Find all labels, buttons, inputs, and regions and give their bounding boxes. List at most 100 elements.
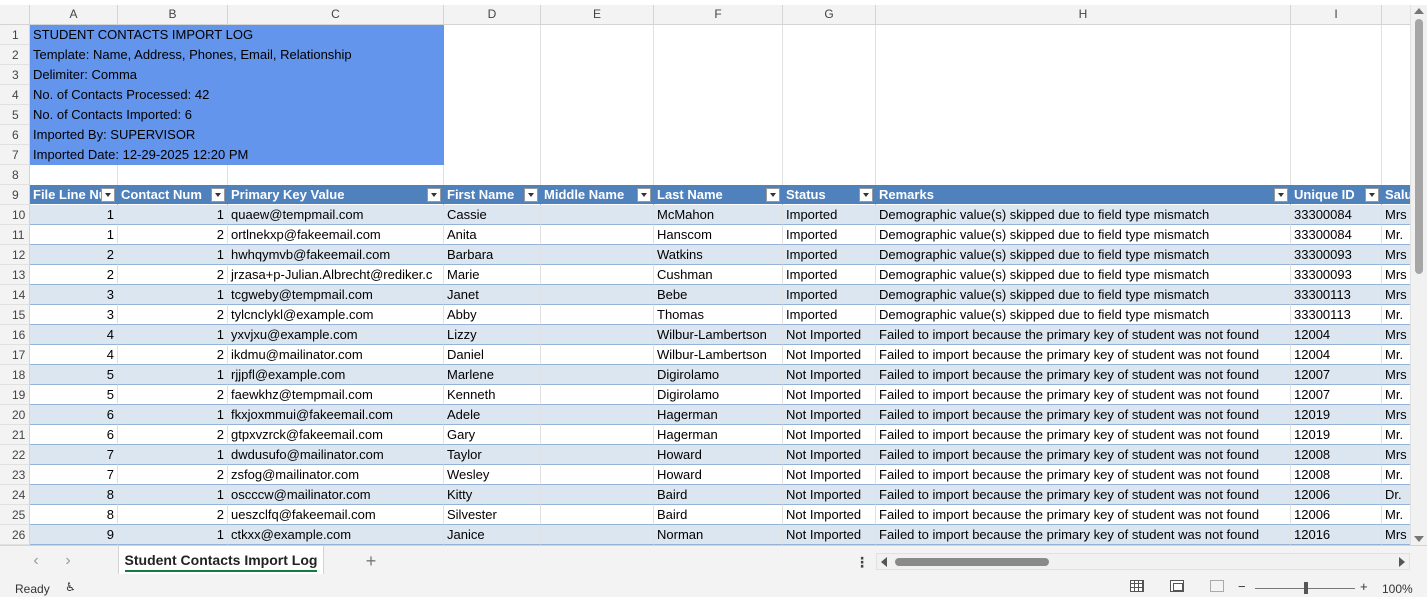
- cell[interactable]: [541, 85, 654, 105]
- table-header-cell[interactable]: Unique ID: [1291, 185, 1382, 205]
- table-cell[interactable]: Imported: [783, 305, 876, 325]
- table-cell[interactable]: Demographic value(s) skipped due to fiel…: [876, 245, 1291, 265]
- info-cell[interactable]: Imported By: SUPERVISOR: [30, 125, 444, 145]
- row-number[interactable]: 12: [0, 245, 30, 265]
- column-header[interactable]: H: [876, 5, 1291, 24]
- table-header-cell[interactable]: First Name: [444, 185, 541, 205]
- table-cell[interactable]: quaew@tempmail.com: [228, 205, 444, 225]
- cell[interactable]: [444, 45, 541, 65]
- table-cell[interactable]: [541, 345, 654, 365]
- table-cell[interactable]: 7: [30, 445, 118, 465]
- cell[interactable]: [541, 25, 654, 45]
- row-number[interactable]: 10: [0, 205, 30, 225]
- sheet-tab-student-contacts[interactable]: Student Contacts Import Log: [118, 546, 324, 574]
- table-cell[interactable]: Imported: [783, 205, 876, 225]
- cell[interactable]: [1382, 145, 1410, 165]
- filter-dropdown-icon[interactable]: [101, 188, 115, 202]
- table-cell[interactable]: [541, 485, 654, 505]
- table-header-cell[interactable]: Primary Key Value: [228, 185, 444, 205]
- table-cell[interactable]: Not Imported: [783, 325, 876, 345]
- table-cell[interactable]: Mr.: [1382, 465, 1410, 485]
- table-cell[interactable]: [541, 405, 654, 425]
- table-cell[interactable]: Mrs: [1382, 365, 1410, 385]
- table-cell[interactable]: Mrs: [1382, 265, 1410, 285]
- table-cell[interactable]: [541, 325, 654, 345]
- table-cell[interactable]: Demographic value(s) skipped due to fiel…: [876, 205, 1291, 225]
- table-cell[interactable]: tylcnclykl@example.com: [228, 305, 444, 325]
- table-cell[interactable]: 2: [30, 245, 118, 265]
- table-cell[interactable]: Mrs: [1382, 285, 1410, 305]
- table-cell[interactable]: 1: [118, 285, 228, 305]
- vertical-scrollbar[interactable]: [1410, 5, 1427, 545]
- table-cell[interactable]: Not Imported: [783, 405, 876, 425]
- table-cell[interactable]: 33300084: [1291, 225, 1382, 245]
- cell[interactable]: [444, 85, 541, 105]
- cell[interactable]: [1291, 45, 1382, 65]
- table-cell[interactable]: Failed to import because the primary key…: [876, 385, 1291, 405]
- table-cell[interactable]: 1: [118, 245, 228, 265]
- table-cell[interactable]: Norman: [654, 525, 783, 545]
- cell[interactable]: [1291, 125, 1382, 145]
- table-cell[interactable]: Hagerman: [654, 405, 783, 425]
- cell[interactable]: [876, 125, 1291, 145]
- table-cell[interactable]: Kenneth: [444, 385, 541, 405]
- table-cell[interactable]: 12016: [1291, 525, 1382, 545]
- table-cell[interactable]: [541, 245, 654, 265]
- select-all-corner[interactable]: [0, 5, 30, 24]
- table-cell[interactable]: Not Imported: [783, 345, 876, 365]
- table-cell[interactable]: 12008: [1291, 465, 1382, 485]
- column-header[interactable]: D: [444, 5, 541, 24]
- table-cell[interactable]: dwdusufo@mailinator.com: [228, 445, 444, 465]
- table-cell[interactable]: Watkins: [654, 245, 783, 265]
- table-cell[interactable]: Failed to import because the primary key…: [876, 465, 1291, 485]
- chevron-right-icon[interactable]: ›: [60, 553, 76, 569]
- table-cell[interactable]: ueszclfq@fakeemail.com: [228, 505, 444, 525]
- filter-dropdown-icon[interactable]: [1365, 188, 1379, 202]
- table-cell[interactable]: Demographic value(s) skipped due to fiel…: [876, 285, 1291, 305]
- table-cell[interactable]: rjjpfl@example.com: [228, 365, 444, 385]
- table-cell[interactable]: Cushman: [654, 265, 783, 285]
- table-cell[interactable]: [541, 525, 654, 545]
- row-number[interactable]: 17: [0, 345, 30, 365]
- cell[interactable]: [876, 25, 1291, 45]
- table-cell[interactable]: Demographic value(s) skipped due to fiel…: [876, 305, 1291, 325]
- cell[interactable]: [654, 65, 783, 85]
- table-cell[interactable]: [541, 505, 654, 525]
- table-cell[interactable]: Baird: [654, 505, 783, 525]
- cell[interactable]: [541, 165, 654, 185]
- table-cell[interactable]: 4: [30, 325, 118, 345]
- cell[interactable]: [541, 45, 654, 65]
- cell[interactable]: [783, 65, 876, 85]
- worksheet-grid[interactable]: 1 STUDENT CONTACTS IMPORT LOG 2 Template: N…: [0, 25, 1410, 545]
- table-cell[interactable]: [541, 385, 654, 405]
- more-options-icon[interactable]: ⋮: [855, 554, 869, 570]
- table-cell[interactable]: tcgweby@tempmail.com: [228, 285, 444, 305]
- table-cell[interactable]: 12004: [1291, 325, 1382, 345]
- column-header[interactable]: F: [654, 5, 783, 24]
- table-cell[interactable]: 2: [118, 345, 228, 365]
- table-cell[interactable]: Kitty: [444, 485, 541, 505]
- cell[interactable]: [541, 125, 654, 145]
- table-cell[interactable]: Failed to import because the primary key…: [876, 445, 1291, 465]
- cell[interactable]: [654, 165, 783, 185]
- table-cell[interactable]: 3: [30, 285, 118, 305]
- table-cell[interactable]: 8: [30, 505, 118, 525]
- cell[interactable]: [783, 165, 876, 185]
- table-cell[interactable]: Failed to import because the primary key…: [876, 405, 1291, 425]
- table-cell[interactable]: Bebe: [654, 285, 783, 305]
- cell[interactable]: [783, 125, 876, 145]
- cell[interactable]: [1382, 105, 1410, 125]
- cell[interactable]: [118, 165, 228, 185]
- table-cell[interactable]: 2: [118, 265, 228, 285]
- cell[interactable]: [783, 45, 876, 65]
- cell[interactable]: [228, 165, 444, 185]
- table-header-cell[interactable]: Salu: [1382, 185, 1410, 205]
- table-cell[interactable]: Failed to import because the primary key…: [876, 425, 1291, 445]
- cell[interactable]: [876, 105, 1291, 125]
- table-cell[interactable]: Lizzy: [444, 325, 541, 345]
- table-cell[interactable]: 1: [118, 405, 228, 425]
- zoom-in-icon[interactable]: +: [1360, 579, 1368, 594]
- table-cell[interactable]: 2: [118, 425, 228, 445]
- table-cell[interactable]: 12008: [1291, 445, 1382, 465]
- table-cell[interactable]: Demographic value(s) skipped due to fiel…: [876, 225, 1291, 245]
